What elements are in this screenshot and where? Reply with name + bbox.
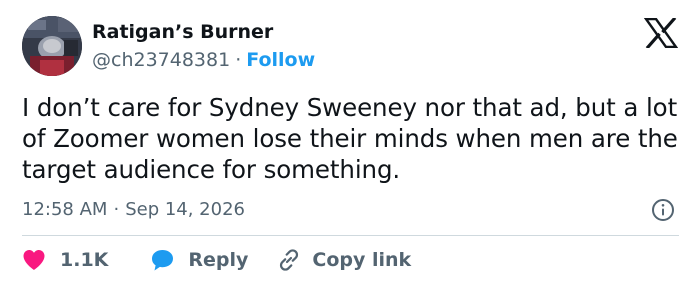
tweet-time: 12:58 AM <box>22 199 108 220</box>
tweet-date: Sep 14, 2026 <box>125 199 245 220</box>
like-count: 1.1K <box>60 249 109 271</box>
divider <box>22 235 679 236</box>
author-handle[interactable]: @ch23748381 <box>92 49 230 71</box>
heart-icon <box>23 250 45 270</box>
link-icon <box>280 249 299 271</box>
reply-button[interactable]: Reply <box>150 248 248 272</box>
reply-label: Reply <box>188 249 249 271</box>
author-display-name[interactable]: Ratigan’s Burner <box>92 20 273 44</box>
author-handle-row: @ch23748381 · Follow <box>92 48 315 72</box>
separator-dot: · <box>235 49 242 71</box>
avatar[interactable] <box>22 16 82 76</box>
copy-link-label: Copy link <box>312 249 412 271</box>
like-button[interactable]: 1.1K <box>22 249 108 271</box>
separator-dot: · <box>113 199 120 220</box>
tweet-card: Ratigan’s Burner @ch23748381 · Follow I do… <box>0 0 700 287</box>
tweet-actions: 1.1K Reply Copy link <box>22 246 411 274</box>
avatar-image <box>22 16 82 76</box>
x-logo-icon[interactable] <box>644 18 678 48</box>
follow-button[interactable]: Follow <box>246 49 315 71</box>
copy-link-button[interactable]: Copy link <box>276 247 411 273</box>
tweet-timestamp[interactable]: 12:58 AM · Sep 14, 2026 <box>22 198 245 222</box>
speech-bubble-icon <box>152 250 174 271</box>
info-icon[interactable] <box>651 198 675 222</box>
tweet-text: I don’t care for Sydney Sweeney nor that… <box>22 93 678 184</box>
